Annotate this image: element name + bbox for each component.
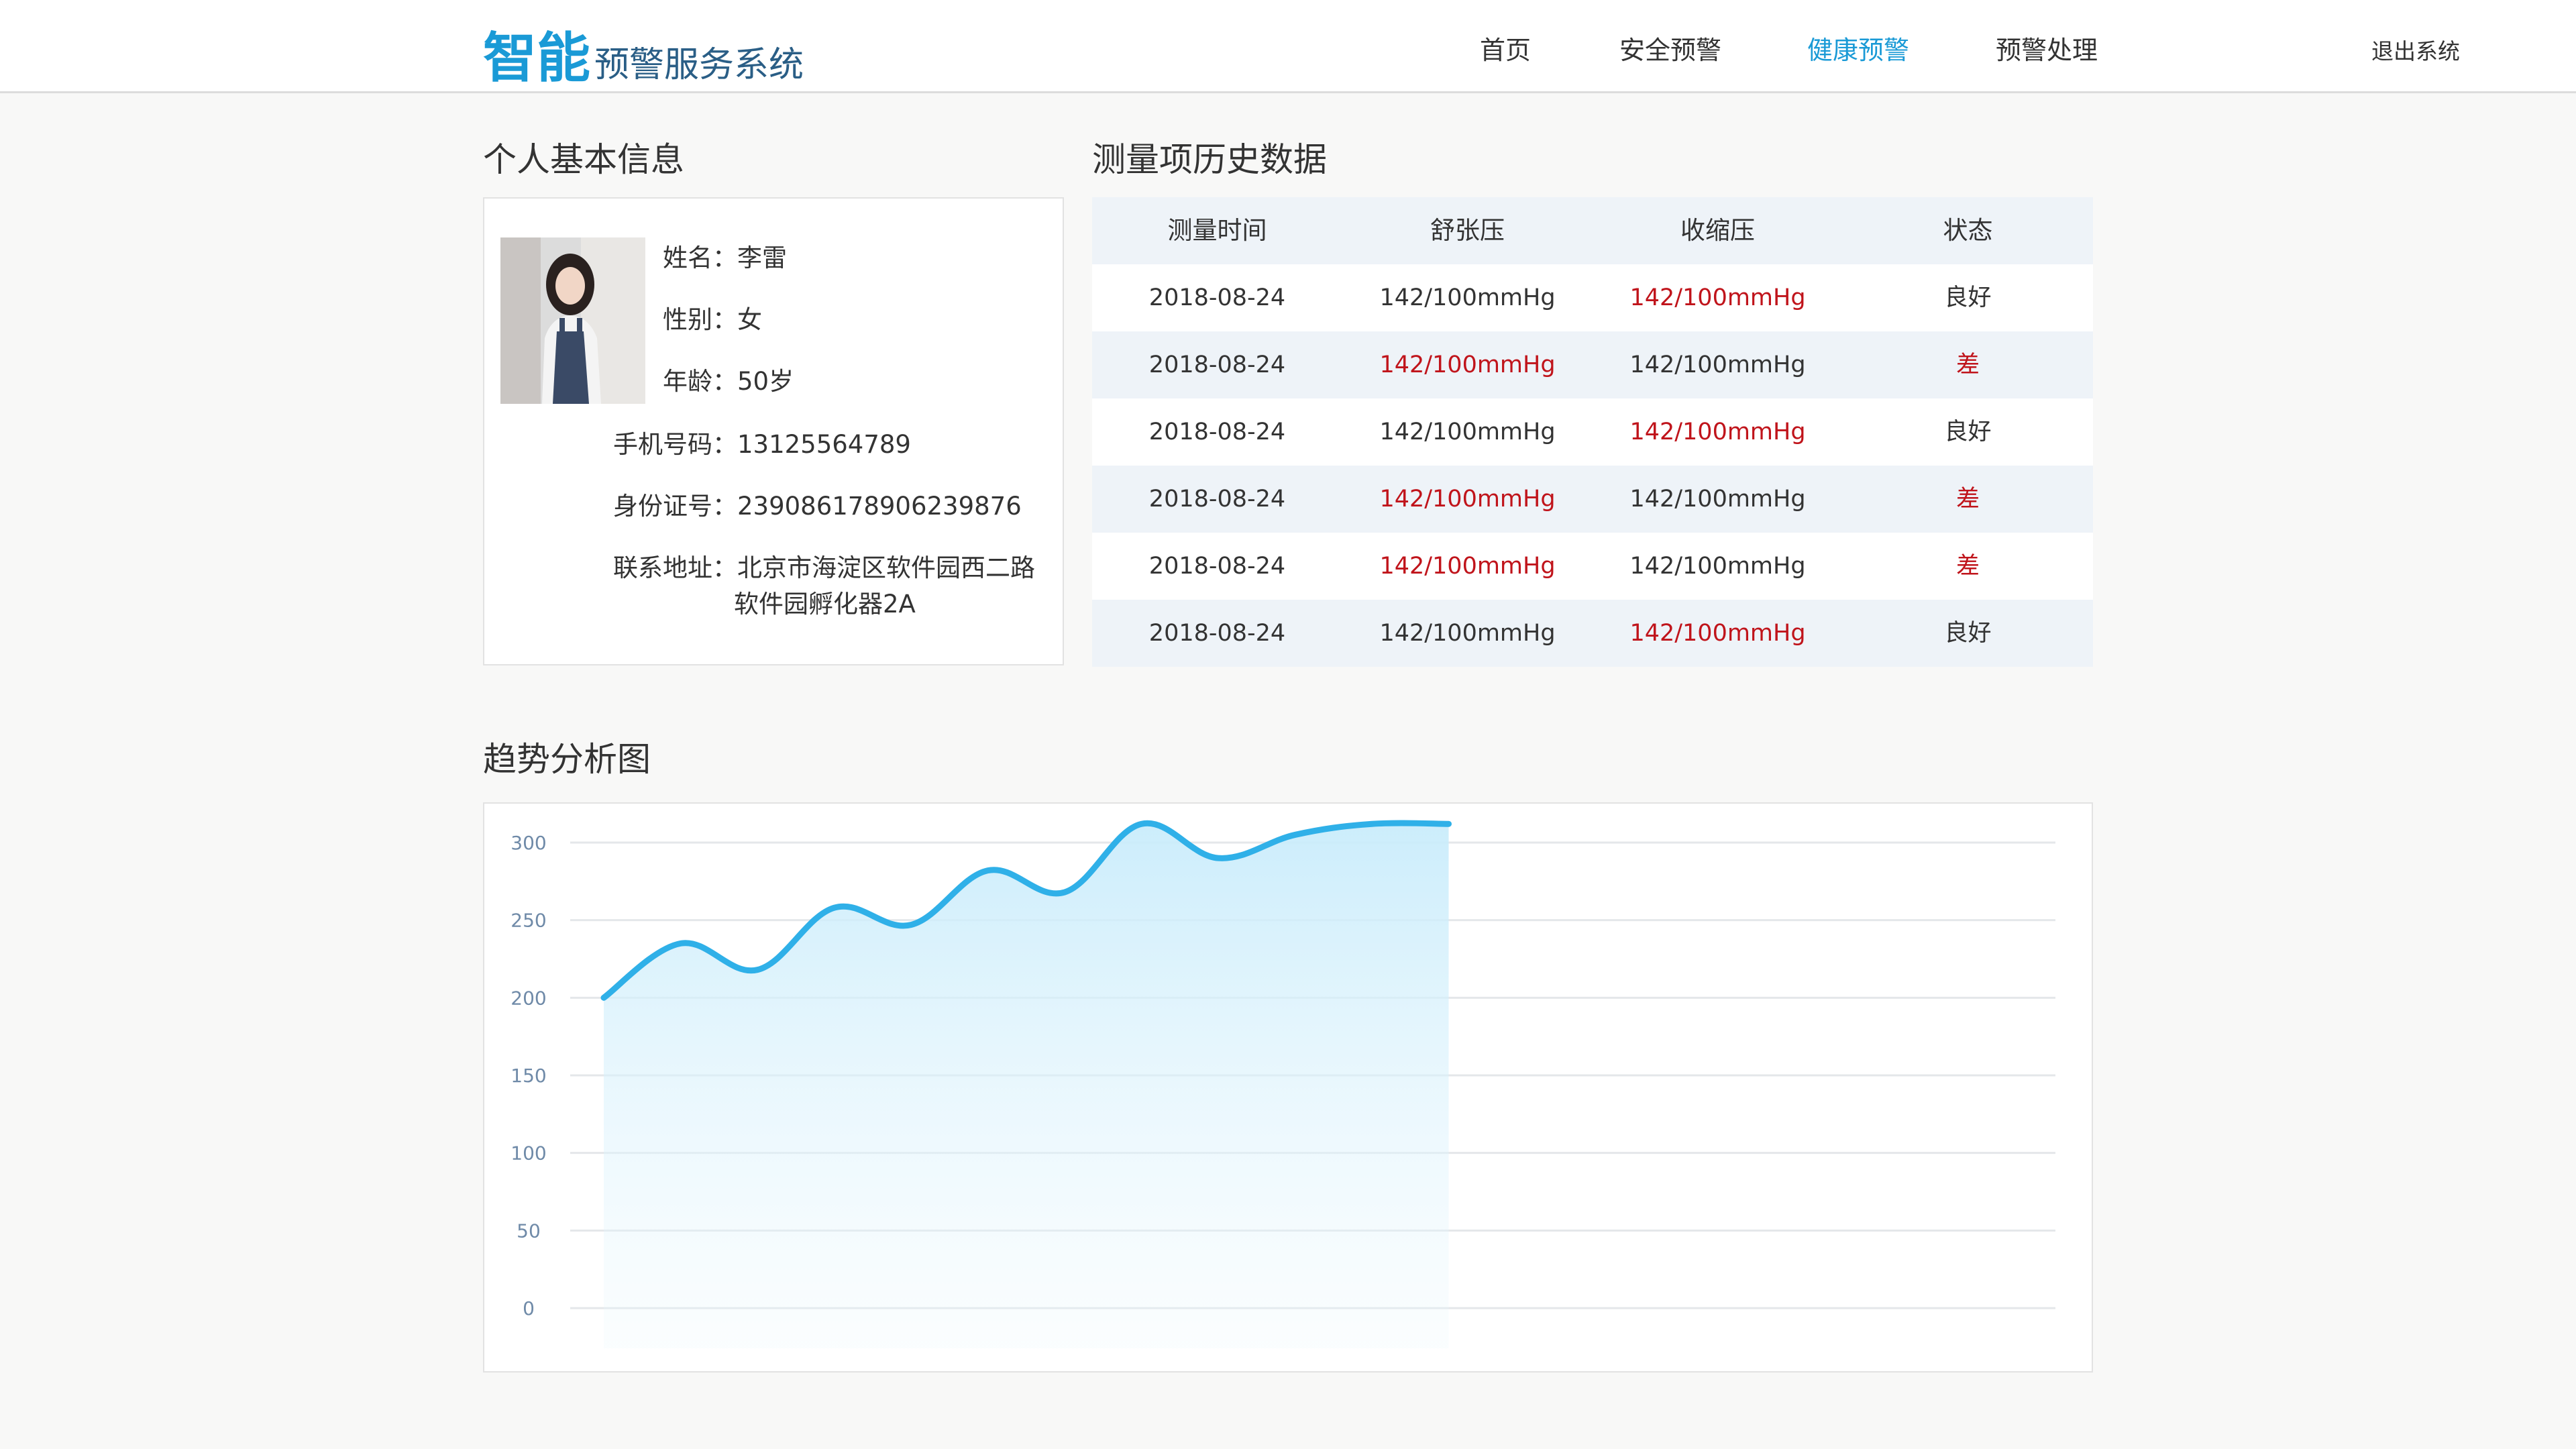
table-cell-status: 差 — [1955, 553, 1980, 580]
table-row: 2018-08-24 142/100mmHg 142/100mmHg 良好 — [1092, 600, 2093, 667]
trend-chart: 0 50 100 150 200 250 300 — [483, 802, 2093, 1373]
profile-address: 联系地址：北京市海淀区软件园西二路 — [613, 547, 1035, 584]
trend-chart-svg: 0 50 100 150 200 250 300 — [511, 820, 2055, 1348]
table-cell-status: 良好 — [1944, 419, 1992, 445]
table-cell-systolic: 142/100mmHg — [1629, 620, 1806, 647]
nav-item-home[interactable]: 首页 — [1480, 30, 1531, 66]
table-cell-diastolic: 142/100mmHg — [1379, 352, 1556, 378]
y-tick-label: 200 — [511, 987, 546, 1009]
gender-label: 性别： — [663, 305, 737, 334]
profile-address-line2: 软件园孵化器2A — [734, 584, 916, 620]
profile-gender: 性别：女 — [663, 299, 762, 335]
table-cell-diastolic: 142/100mmHg — [1379, 284, 1556, 311]
y-tick-label: 150 — [511, 1065, 546, 1087]
table-cell-systolic: 142/100mmHg — [1629, 486, 1806, 513]
column-header-time: 测量时间 — [1167, 216, 1267, 245]
y-tick-label: 250 — [511, 910, 546, 932]
column-header-systolic: 收缩压 — [1680, 216, 1755, 245]
table-cell-time: 2018-08-24 — [1148, 486, 1286, 513]
y-tick-label: 50 — [517, 1220, 541, 1242]
table-cell-diastolic: 142/100mmHg — [1379, 419, 1556, 445]
nav-item-health-warning[interactable]: 健康预警 — [1807, 30, 1909, 66]
table-cell-diastolic: 142/100mmHg — [1379, 486, 1556, 513]
table-cell-systolic: 142/100mmHg — [1629, 352, 1806, 378]
app-logo[interactable]: 智能 预警服务系统 — [483, 15, 804, 93]
age-value: 50岁 — [737, 367, 794, 396]
profile-section-title: 个人基本信息 — [483, 140, 684, 179]
table-cell-time: 2018-08-24 — [1148, 553, 1286, 580]
table-cell-systolic: 142/100mmHg — [1629, 284, 1806, 311]
address-value: 北京市海淀区软件园西二路 — [737, 553, 1035, 582]
history-table: 测量时间 舒张压 收缩压 状态 2018-08-24 142/100mmHg 142… — [1092, 197, 2093, 667]
name-label: 姓名： — [663, 244, 737, 272]
table-cell-time: 2018-08-24 — [1148, 419, 1286, 445]
address-value-line2: 软件园孵化器2A — [734, 590, 916, 619]
y-tick-label: 0 — [523, 1297, 535, 1320]
profile-age: 年龄：50岁 — [663, 361, 794, 397]
avatar-photo — [500, 237, 645, 404]
profile-phone: 手机号码：13125564789 — [613, 424, 911, 460]
table-cell-systolic: 142/100mmHg — [1629, 419, 1806, 445]
logo-secondary-text: 预警服务系统 — [594, 45, 804, 85]
avatar — [500, 237, 645, 404]
logo-primary-text: 智能 — [483, 27, 590, 89]
table-row: 2018-08-24 142/100mmHg 142/100mmHg 良好 — [1092, 398, 2093, 466]
table-cell-diastolic: 142/100mmHg — [1379, 620, 1556, 647]
table-cell-status: 差 — [1955, 486, 1980, 513]
profile-id-number: 身份证号：239086178906239876 — [613, 486, 1022, 522]
table-cell-time: 2018-08-24 — [1148, 352, 1286, 378]
nav-item-warning-handling[interactable]: 预警处理 — [1996, 30, 2098, 66]
table-row: 2018-08-24 142/100mmHg 142/100mmHg 差 — [1092, 331, 2093, 398]
table-cell-status: 良好 — [1944, 620, 1992, 647]
id-number-value: 239086178906239876 — [737, 492, 1022, 521]
y-tick-label: 300 — [511, 832, 546, 854]
id-number-label: 身份证号： — [613, 492, 737, 521]
phone-value: 13125564789 — [737, 430, 911, 459]
table-cell-diastolic: 142/100mmHg — [1379, 553, 1556, 580]
table-cell-status: 差 — [1955, 352, 1980, 378]
table-row: 2018-08-24 142/100mmHg 142/100mmHg 差 — [1092, 533, 2093, 600]
history-section-title: 测量项历史数据 — [1092, 140, 1327, 179]
table-header-row: 测量时间 舒张压 收缩压 状态 — [1092, 197, 2093, 264]
table-row: 2018-08-24 142/100mmHg 142/100mmHg 差 — [1092, 466, 2093, 533]
phone-label: 手机号码： — [613, 430, 737, 459]
trend-section-title: 趋势分析图 — [483, 740, 651, 779]
profile-name: 姓名：李雷 — [663, 237, 787, 274]
gender-value: 女 — [737, 305, 762, 334]
age-label: 年龄： — [663, 367, 737, 396]
table-row: 2018-08-24 142/100mmHg 142/100mmHg 良好 — [1092, 264, 2093, 331]
name-value: 李雷 — [737, 244, 787, 272]
table-cell-status: 良好 — [1944, 284, 1992, 311]
y-tick-label: 100 — [511, 1142, 546, 1165]
table-cell-time: 2018-08-24 — [1148, 620, 1286, 647]
address-label: 联系地址： — [613, 553, 737, 582]
column-header-diastolic: 舒张压 — [1430, 216, 1505, 245]
profile-card: 姓名：李雷 性别：女 年龄：50岁 手机号码：13125564789 身份证号：… — [483, 197, 1064, 665]
series-area-fill — [604, 822, 1449, 1348]
logout-link[interactable]: 退出系统 — [2371, 34, 2460, 66]
column-header-status: 状态 — [1943, 216, 1993, 245]
top-header: 智能 预警服务系统 首页 安全预警 健康预警 预警处理 退出系统 — [0, 0, 2576, 93]
nav-item-safety-warning[interactable]: 安全预警 — [1619, 30, 1721, 66]
table-cell-systolic: 142/100mmHg — [1629, 553, 1806, 580]
table-cell-time: 2018-08-24 — [1148, 284, 1286, 311]
